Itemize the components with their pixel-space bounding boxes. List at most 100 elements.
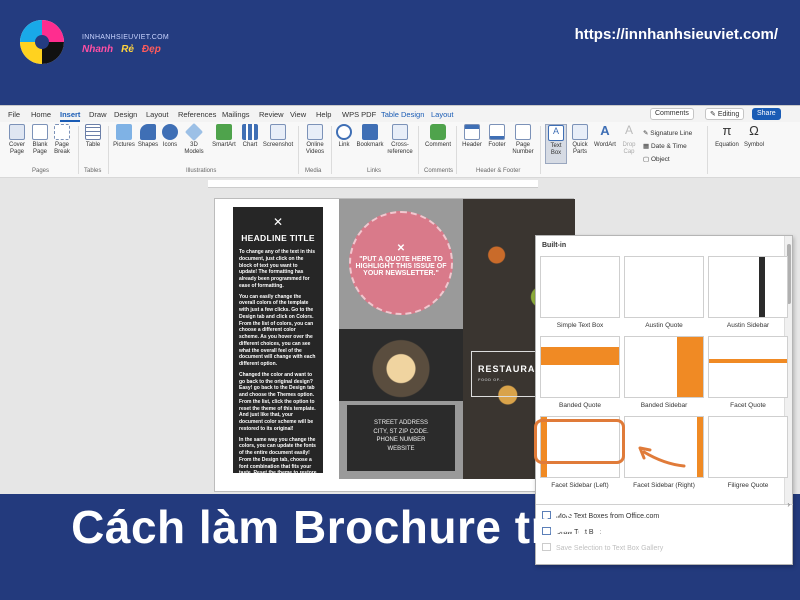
footer-icon	[489, 124, 505, 140]
tab-design[interactable]: Design	[114, 110, 137, 119]
link-button[interactable]: Link	[335, 124, 353, 149]
menu-bar: File Home Insert Draw Design Layout Refe…	[0, 106, 800, 122]
equation-label: Equation	[715, 142, 739, 148]
pictures-label: Pictures	[113, 142, 135, 148]
brochure-paragraph[interactable]: In the same way you change the colors, y…	[239, 437, 317, 484]
group-label-comments: Comments	[424, 168, 454, 174]
site-url[interactable]: https://innhanhsieuviet.com/	[575, 26, 778, 43]
brochure-paragraph[interactable]: To change any of the text in this docume…	[239, 249, 317, 290]
tab-wps-pdf[interactable]: WPS PDF	[342, 110, 376, 119]
header-button[interactable]: Header	[460, 124, 484, 149]
chart-label: Chart	[242, 142, 258, 148]
editing-button[interactable]: ✎ Editing	[705, 108, 745, 120]
gallery-caption: Austin Quote	[645, 322, 683, 329]
address-box[interactable]: STREET ADDRESS CITY, ST ZIP CODE. PHONE …	[347, 405, 455, 471]
gallery-simple-text-box[interactable]	[540, 256, 620, 318]
tab-table-layout[interactable]: Layout	[431, 110, 454, 119]
table-button[interactable]: Table	[82, 124, 104, 149]
tagline-re: Rẻ	[121, 44, 134, 55]
page-number-icon	[515, 124, 531, 140]
tagline-nhanh: Nhanh	[82, 44, 114, 55]
quick-parts-icon	[572, 124, 588, 140]
blank-page-button[interactable]: Blank Page	[30, 124, 50, 156]
tab-help[interactable]: Help	[316, 110, 331, 119]
gallery-facet-quote[interactable]	[708, 336, 788, 398]
chart-button[interactable]: Chart	[240, 124, 260, 149]
drop-cap-label: Drop Cap	[622, 142, 636, 155]
gallery-banded-sidebar[interactable]	[624, 336, 704, 398]
pencil-icon: ✎	[710, 111, 718, 118]
gallery-filigree-quote[interactable]	[708, 416, 788, 478]
quote-circle[interactable]: ✕ "PUT A QUOTE HERE TO HIGHLIGHT THIS IS…	[349, 211, 453, 315]
gallery-banded-quote[interactable]	[540, 336, 620, 398]
pictures-button[interactable]: Pictures	[113, 124, 135, 149]
shapes-button[interactable]: Shapes	[137, 124, 159, 149]
tagline-dep: Đẹp	[141, 44, 161, 55]
bookmark-icon	[362, 124, 378, 140]
tab-view[interactable]: View	[290, 110, 306, 119]
tab-references[interactable]: References	[178, 110, 216, 119]
address-line: CITY, ST ZIP CODE.	[373, 428, 429, 435]
scissors-icon: ✕	[396, 243, 406, 254]
date-time-label: Date & Time	[650, 143, 687, 150]
brochure-text-panel[interactable]: ✕ HEADLINE TITLE To change any of the te…	[233, 207, 323, 483]
tab-review[interactable]: Review	[259, 110, 284, 119]
top-banner: INNHANHSIEUVIET.COM Nhanh Rẻ Đẹp https://i…	[0, 0, 800, 105]
address-line: PHONE NUMBER	[376, 437, 426, 444]
chart-icon	[242, 124, 258, 140]
tab-draw[interactable]: Draw	[89, 110, 107, 119]
quick-parts-button[interactable]: Quick Parts	[569, 124, 591, 156]
document-page[interactable]: ✕ HEADLINE TITLE To change any of the te…	[214, 198, 575, 492]
screenshot-icon	[270, 124, 286, 140]
tab-file[interactable]: File	[8, 110, 20, 119]
bookmark-button[interactable]: Bookmark	[355, 124, 385, 149]
tab-table-design[interactable]: Table Design	[381, 110, 424, 119]
screenshot-button[interactable]: Screenshot	[262, 124, 294, 149]
page-number-button[interactable]: Page Number	[510, 124, 536, 156]
gallery-caption: Facet Sidebar (Left)	[551, 482, 609, 489]
smartart-label: SmartArt	[212, 142, 236, 148]
gallery-austin-sidebar[interactable]	[708, 256, 788, 318]
drop-cap-button[interactable]: A Drop Cap	[619, 123, 639, 156]
cover-page-button[interactable]: Cover Page	[6, 124, 28, 156]
wordart-button[interactable]: A WordArt	[592, 123, 618, 149]
comments-button[interactable]: Comments	[650, 108, 694, 120]
text-box-button[interactable]: A Text Box	[545, 124, 567, 164]
tab-layout[interactable]: Layout	[146, 110, 169, 119]
smartart-button[interactable]: SmartArt	[210, 124, 238, 149]
symbol-button[interactable]: Ω Symbol	[742, 123, 766, 149]
icons-button[interactable]: Icons	[160, 124, 180, 149]
comment-button[interactable]: Comment	[422, 124, 454, 149]
gallery-austin-quote[interactable]	[624, 256, 704, 318]
signature-line-label: Signature Line	[650, 130, 693, 137]
footer-button[interactable]: Footer	[485, 124, 509, 149]
equation-button[interactable]: π Equation	[713, 123, 741, 149]
quick-parts-label: Quick Parts	[572, 142, 588, 155]
page-break-button[interactable]: Page Break	[52, 124, 72, 156]
date-time-button[interactable]: ▦ Date & Time	[643, 142, 687, 150]
comment-icon	[430, 124, 446, 140]
tab-insert[interactable]: Insert	[60, 110, 81, 122]
group-separator	[298, 126, 299, 174]
signature-line-button[interactable]: ✎ Signature Line	[643, 129, 692, 137]
group-separator	[418, 126, 419, 174]
3d-models-button[interactable]: 3D Models	[182, 122, 206, 156]
tab-home[interactable]: Home	[31, 110, 51, 119]
tab-mailings[interactable]: Mailings	[222, 110, 250, 119]
page-title: Cách làm Brochure trên word	[71, 501, 729, 553]
cross-reference-button[interactable]: Cross-reference	[386, 124, 414, 156]
address-line: STREET ADDRESS	[374, 420, 428, 426]
header-icon	[464, 124, 480, 140]
table-label: Table	[85, 142, 101, 148]
group-label-illustrations: Illustrations	[186, 168, 217, 174]
share-button[interactable]: Share	[752, 108, 781, 120]
omega-icon: Ω	[749, 123, 759, 138]
online-videos-button[interactable]: Online Videos	[302, 124, 328, 156]
headline-title[interactable]: HEADLINE TITLE	[239, 233, 317, 243]
text-box-label: Text Box	[550, 143, 562, 156]
brochure-paragraph[interactable]: You can easily change the overall colors…	[239, 294, 317, 368]
brochure-paragraph[interactable]: Changed the color and want to go back to…	[239, 372, 317, 433]
scissors-icon: ✕	[272, 215, 284, 229]
ruler	[208, 180, 538, 188]
object-button[interactable]: ▢ Object	[643, 155, 670, 163]
